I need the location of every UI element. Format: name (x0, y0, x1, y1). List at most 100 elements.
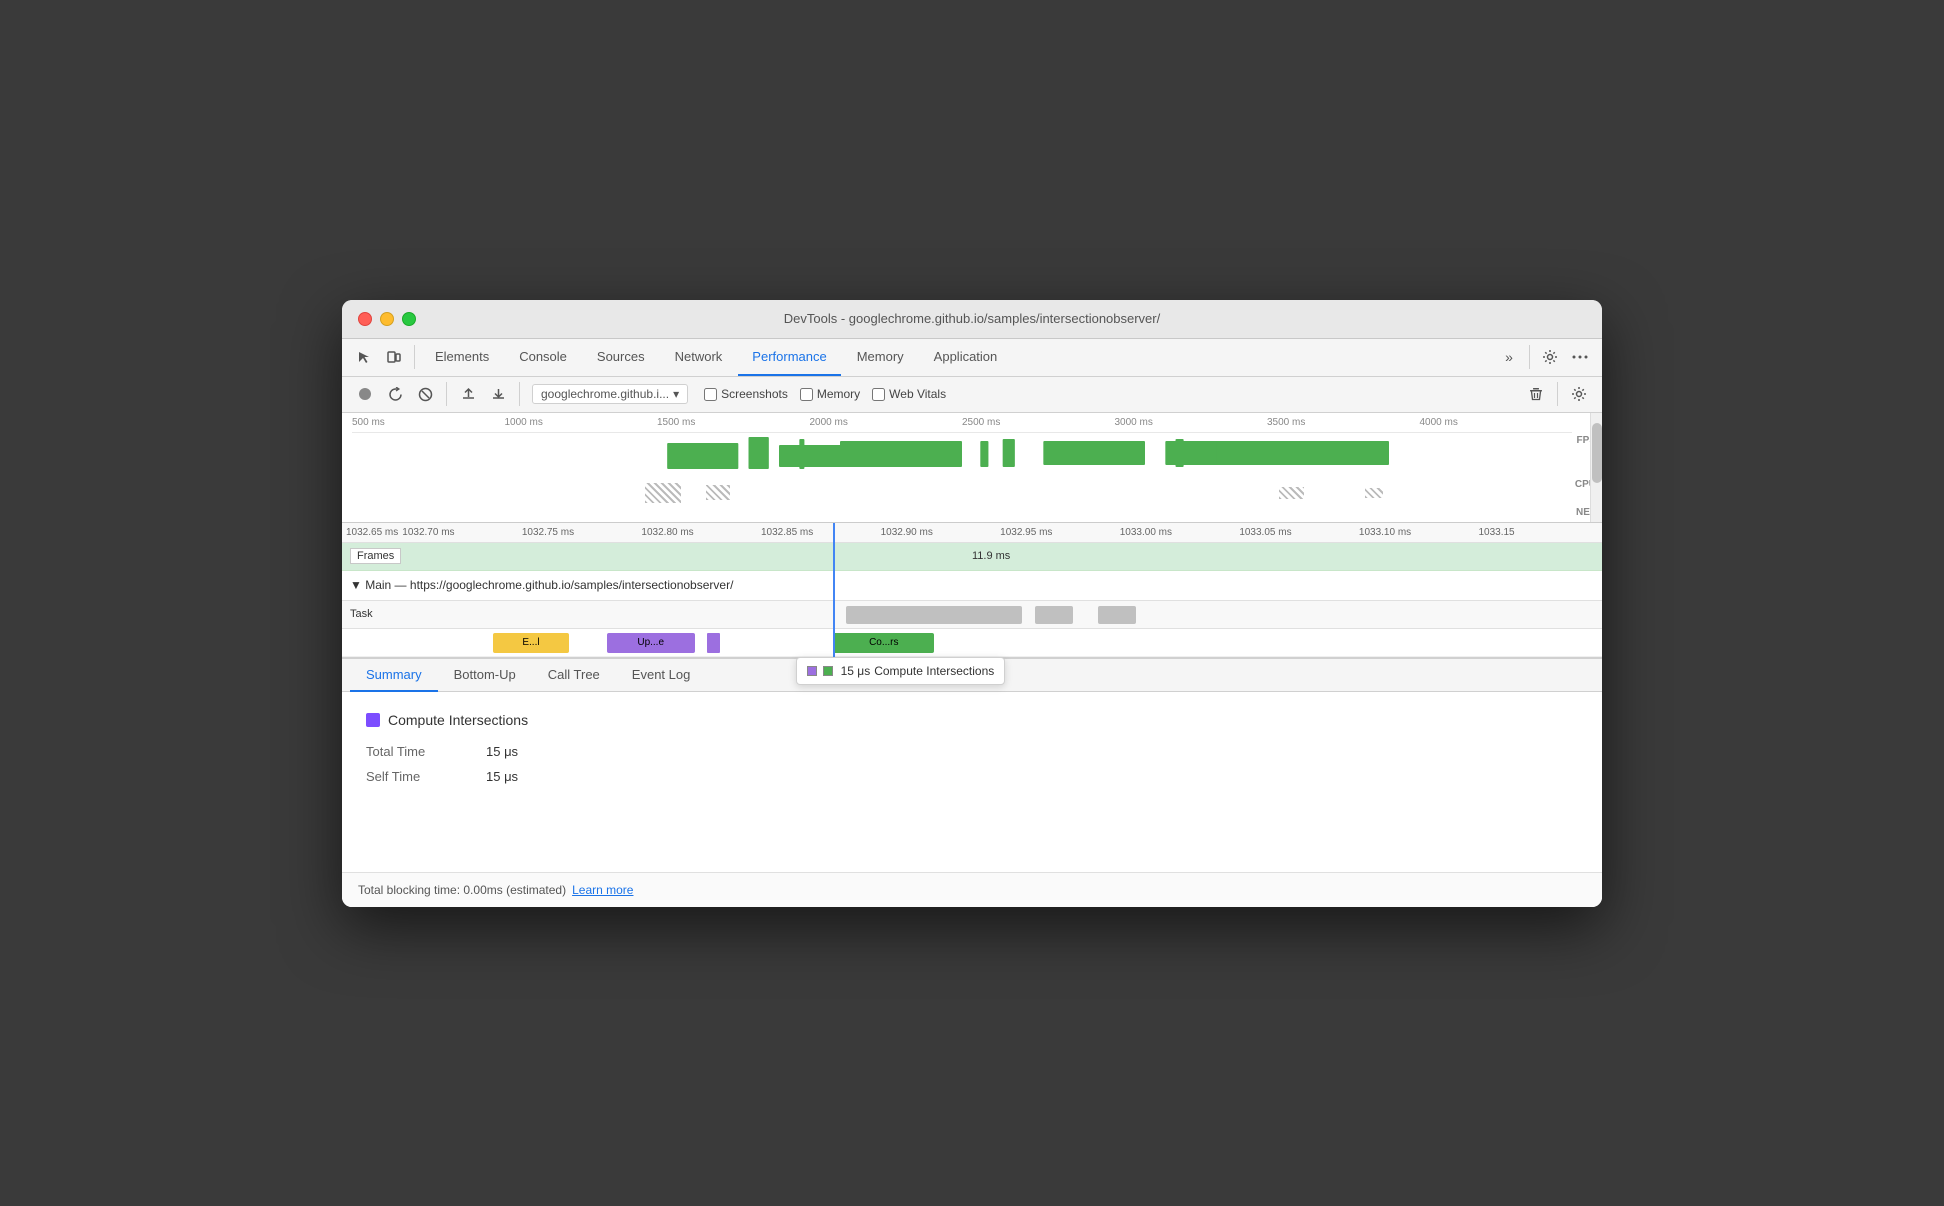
toolbar-separator-2 (519, 382, 520, 406)
ms-label-4: 1032.85 ms (761, 527, 881, 538)
detail-timeline[interactable]: 1032.65 ms 1032.70 ms 1032.75 ms 1032.80… (342, 523, 1602, 658)
performance-toolbar: googlechrome.github.i... ▾ Screenshots M… (342, 377, 1602, 413)
time-labels: 500 ms 1000 ms 1500 ms 2000 ms 2500 ms 3… (352, 417, 1572, 428)
task-label: Task (342, 608, 373, 620)
tooltip-time: 15 μs (841, 664, 871, 678)
capture-settings-button[interactable] (1566, 381, 1592, 407)
ms-ruler: 1032.65 ms 1032.70 ms 1032.75 ms 1032.80… (342, 523, 1602, 543)
screenshots-checkbox-label[interactable]: Screenshots (704, 387, 788, 401)
ms-label-10: 1033.15 (1478, 527, 1598, 538)
ms-label-7: 1033.00 ms (1120, 527, 1240, 538)
cpu-chart (352, 479, 1572, 507)
tab-elements[interactable]: Elements (421, 338, 503, 376)
web-vitals-checkbox-label[interactable]: Web Vitals (872, 387, 946, 401)
self-time-label: Self Time (366, 769, 466, 784)
screenshots-checkbox[interactable] (704, 388, 717, 401)
settings-icon[interactable] (1536, 343, 1564, 371)
tooltip-content: 15 μs Compute Intersections (807, 664, 995, 678)
tab-network[interactable]: Network (661, 338, 737, 376)
tab-console[interactable]: Console (505, 338, 581, 376)
time-label-2500: 2500 ms (962, 417, 1115, 428)
time-label-1500: 1500 ms (657, 417, 810, 428)
total-time-value: 15 μs (486, 744, 518, 759)
scrollbar-thumb[interactable] (1592, 423, 1602, 483)
summary-total-time-row: Total Time 15 μs (366, 744, 1578, 759)
blocking-time-text: Total blocking time: 0.00ms (estimated) (358, 883, 566, 897)
task-block-el[interactable]: E...l (493, 633, 569, 653)
time-label-500: 500 ms (352, 417, 505, 428)
main-thread-label: ▼ Main — https://googlechrome.github.io/… (350, 578, 733, 592)
window-title: DevTools - googlechrome.github.io/sample… (784, 311, 1160, 326)
flame-row-1[interactable]: E...l Up...e Co...rs 15 μs Compute Inter… (342, 629, 1602, 657)
task-block-gray-1[interactable] (846, 606, 1022, 624)
task-block-gray-2[interactable] (1035, 606, 1073, 624)
tab-bottom-up[interactable]: Bottom-Up (438, 659, 532, 692)
ms-label-1: 1032.70 ms (402, 527, 522, 538)
frames-label: Frames (350, 548, 401, 564)
ms-label-9: 1033.10 ms (1359, 527, 1479, 538)
task-block-cors[interactable]: Co...rs (833, 633, 934, 653)
record-button[interactable] (352, 381, 378, 407)
ms-label-5: 1032.90 ms (881, 527, 1001, 538)
web-vitals-checkbox[interactable] (872, 388, 885, 401)
frame-duration: 11.9 ms (972, 550, 1010, 562)
traffic-lights (358, 312, 416, 326)
web-vitals-label: Web Vitals (889, 387, 946, 401)
delete-profile-button[interactable] (1523, 381, 1549, 407)
ms-label-3: 1032.80 ms (641, 527, 761, 538)
tab-sources[interactable]: Sources (583, 338, 659, 376)
memory-checkbox[interactable] (800, 388, 813, 401)
download-profile-button[interactable] (485, 381, 511, 407)
tab-summary[interactable]: Summary (350, 659, 438, 692)
fps-chart (352, 433, 1572, 479)
tab-performance[interactable]: Performance (738, 338, 840, 376)
bottom-bar: Total blocking time: 0.00ms (estimated) … (342, 872, 1602, 907)
task-block-el-label: E...l (522, 637, 539, 648)
frames-row: Frames 11.9 ms (342, 543, 1602, 571)
task-block-upe[interactable]: Up...e (607, 633, 695, 653)
tooltip-label: Compute Intersections (874, 664, 994, 678)
task-block-gray-3[interactable] (1098, 606, 1136, 624)
task-tooltip: 15 μs Compute Intersections (796, 657, 1006, 685)
summary-color-indicator (366, 713, 380, 727)
tab-application[interactable]: Application (920, 338, 1012, 376)
task-block-upe-label: Up...e (637, 637, 664, 648)
close-button[interactable] (358, 312, 372, 326)
summary-event-name: Compute Intersections (388, 712, 528, 728)
self-time-value: 15 μs (486, 769, 518, 784)
upload-profile-button[interactable] (455, 381, 481, 407)
ms-label-0: 1032.65 ms (346, 527, 398, 538)
inspect-icon[interactable] (350, 343, 378, 371)
ms-label-6: 1032.95 ms (1000, 527, 1120, 538)
toolbar-separator-1 (446, 382, 447, 406)
devtools-nav: Elements Console Sources Network Perform… (342, 339, 1602, 377)
learn-more-link[interactable]: Learn more (572, 883, 633, 897)
summary-title: Compute Intersections (366, 712, 1578, 728)
url-text: googlechrome.github.i... (541, 387, 669, 401)
summary-panel: Compute Intersections Total Time 15 μs S… (342, 692, 1602, 872)
tab-call-tree[interactable]: Call Tree (532, 659, 616, 692)
reload-record-button[interactable] (382, 381, 408, 407)
timeline-overview[interactable]: 500 ms 1000 ms 1500 ms 2000 ms 2500 ms 3… (342, 413, 1602, 523)
time-ruler: 500 ms 1000 ms 1500 ms 2000 ms 2500 ms 3… (352, 413, 1572, 433)
timeline-scrollbar[interactable] (1590, 413, 1602, 522)
main-thread-row: ▼ Main — https://googlechrome.github.io/… (342, 571, 1602, 601)
device-toolbar-icon[interactable] (380, 343, 408, 371)
screenshots-label: Screenshots (721, 387, 788, 401)
maximize-button[interactable] (402, 312, 416, 326)
minimize-button[interactable] (380, 312, 394, 326)
more-options-icon[interactable] (1566, 343, 1594, 371)
tab-memory[interactable]: Memory (843, 338, 918, 376)
clear-button[interactable] (412, 381, 438, 407)
memory-checkbox-label[interactable]: Memory (800, 387, 860, 401)
task-row[interactable]: Task (342, 601, 1602, 629)
url-selector[interactable]: googlechrome.github.i... ▾ (532, 384, 688, 404)
task-block-cors-label: Co...rs (869, 637, 898, 648)
task-block-small-purple[interactable] (707, 633, 720, 653)
more-tabs-icon[interactable]: » (1495, 343, 1523, 371)
time-label-2000: 2000 ms (810, 417, 963, 428)
summary-self-time-row: Self Time 15 μs (366, 769, 1578, 784)
tooltip-color-box-2 (823, 666, 833, 676)
ms-label-8: 1033.05 ms (1239, 527, 1359, 538)
tab-event-log[interactable]: Event Log (616, 659, 707, 692)
